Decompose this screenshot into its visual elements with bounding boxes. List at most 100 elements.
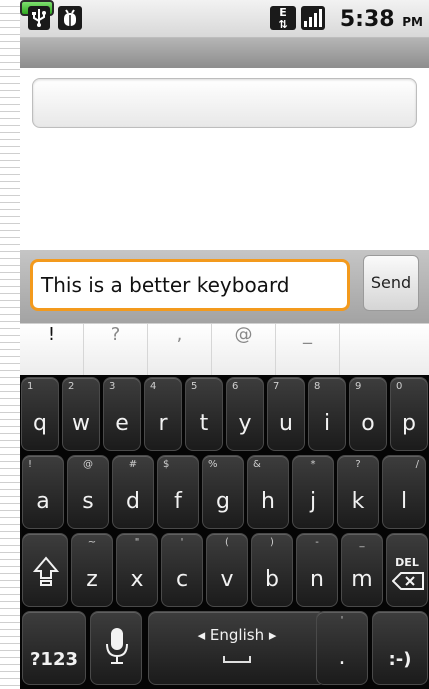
key-hint: 5 (191, 381, 198, 392)
key-label: l (400, 489, 408, 514)
key-label: s (82, 489, 94, 514)
key-r[interactable]: 4r (144, 377, 182, 451)
smiley-key[interactable]: :-) (372, 611, 428, 685)
key-label: n (310, 567, 324, 592)
space-key[interactable]: ◂ English ▸ (148, 611, 326, 685)
mic-key[interactable] (90, 611, 142, 685)
key-hint: 7 (273, 381, 280, 392)
key-hint: _ (359, 537, 365, 548)
key-hint: ) (270, 537, 274, 548)
key-hint: / (415, 459, 419, 470)
key-s[interactable]: @ s (67, 455, 109, 529)
key-label: j (309, 489, 317, 514)
suggestion-item[interactable]: ? (84, 324, 148, 376)
key-label: v (220, 567, 234, 592)
key-hint: % (208, 459, 218, 470)
message-input[interactable]: This is a better keyboard (30, 259, 350, 311)
delete-label: DEL (395, 556, 419, 569)
key-o[interactable]: 9o (349, 377, 387, 451)
key-hint: ! (28, 459, 33, 470)
suggestion-item[interactable]: ! (20, 324, 84, 376)
key-hint: & (253, 459, 261, 470)
signal-icon (301, 6, 325, 30)
key-hint: 0 (396, 381, 403, 392)
suggestion-strip: ! ? , @ _ (20, 323, 429, 376)
key-y[interactable]: 6y (226, 377, 264, 451)
key-label: u (279, 411, 293, 436)
key-hint: ' (340, 615, 344, 626)
key-a[interactable]: ! a (22, 455, 64, 529)
key-x[interactable]: " x (116, 533, 158, 607)
key-hint: - (315, 537, 319, 548)
key-b[interactable]: ) b (251, 533, 293, 607)
key-label: d (126, 489, 140, 514)
key-z[interactable]: ~ z (71, 533, 113, 607)
key-q[interactable]: 1q (21, 377, 59, 451)
key-n[interactable]: -n (296, 533, 338, 607)
key-label: m (351, 567, 373, 592)
phone-screen: E ⇅ 5:38 PM This is a better keyboard Sen… (20, 0, 429, 689)
key-h[interactable]: & h (247, 455, 289, 529)
key-hint: 3 (109, 381, 116, 392)
key-m[interactable]: _ m (341, 533, 383, 607)
language-label: ◂ English ▸ (197, 626, 277, 644)
key-d[interactable]: # d (112, 455, 154, 529)
key-v[interactable]: (v (206, 533, 248, 607)
key-label: c (175, 567, 189, 592)
key-hint: @ (83, 459, 93, 470)
backspace-icon (392, 572, 424, 590)
key-g[interactable]: % g (202, 455, 244, 529)
key-f[interactable]: $ f (157, 455, 199, 529)
key-hint: ( (225, 537, 229, 548)
key-label: z (86, 567, 98, 592)
microphone-icon (106, 628, 128, 664)
key-e[interactable]: 3e (103, 377, 141, 451)
key-label: . (338, 645, 346, 670)
key-label: y (238, 411, 252, 436)
suggestion-item[interactable]: _ (276, 324, 340, 376)
compose-bar: This is a better keyboard Send (20, 250, 429, 323)
key-hint: ' (180, 537, 184, 548)
shift-icon (33, 556, 59, 586)
suggestion-item[interactable]: @ (212, 324, 276, 376)
recipient-field[interactable] (32, 78, 417, 128)
clock-ampm: PM (402, 15, 423, 29)
key-i[interactable]: 8i (308, 377, 346, 451)
key-p[interactable]: 0p (390, 377, 428, 451)
key-c[interactable]: ' c (161, 533, 203, 607)
key-hint: * (310, 459, 316, 470)
space-bar-icon (223, 656, 251, 663)
key-label: f (174, 489, 182, 514)
key-u[interactable]: 7u (267, 377, 305, 451)
soft-keyboard: 1q 2w 3e 4r 5t 6y 7u 8i 9o 0p ! a @ s # d $… (20, 375, 429, 689)
key-label: a (36, 489, 50, 514)
period-key[interactable]: '. (316, 611, 368, 685)
key-hint: " (134, 537, 140, 548)
key-hint: # (128, 459, 138, 470)
send-button[interactable]: Send (363, 255, 419, 311)
clock: 5:38 PM (340, 7, 423, 32)
key-l[interactable]: / l (382, 455, 426, 529)
suggestion-item[interactable]: , (148, 324, 212, 376)
key-hint: 8 (314, 381, 321, 392)
key-j[interactable]: * j (292, 455, 334, 529)
key-hint: ? (355, 459, 361, 470)
edge-network-icon: E ⇅ (270, 6, 296, 31)
key-w[interactable]: 2w (62, 377, 100, 451)
key-t[interactable]: 5t (185, 377, 223, 451)
symbols-key[interactable]: ?123 (22, 611, 86, 685)
status-bar: E ⇅ 5:38 PM (20, 0, 429, 38)
key-label: q (33, 411, 47, 436)
smiley-label: :-) (388, 649, 412, 670)
key-label: i (323, 411, 331, 436)
key-label: p (402, 411, 416, 436)
key-hint: ~ (87, 537, 97, 548)
key-label: w (72, 411, 90, 436)
delete-key[interactable]: DEL (386, 533, 428, 607)
key-label: h (261, 489, 275, 514)
shift-key[interactable] (22, 533, 68, 607)
key-k[interactable]: ? k (337, 455, 379, 529)
key-label: b (265, 567, 279, 592)
key-hint: 4 (150, 381, 157, 392)
key-label: o (361, 411, 375, 436)
